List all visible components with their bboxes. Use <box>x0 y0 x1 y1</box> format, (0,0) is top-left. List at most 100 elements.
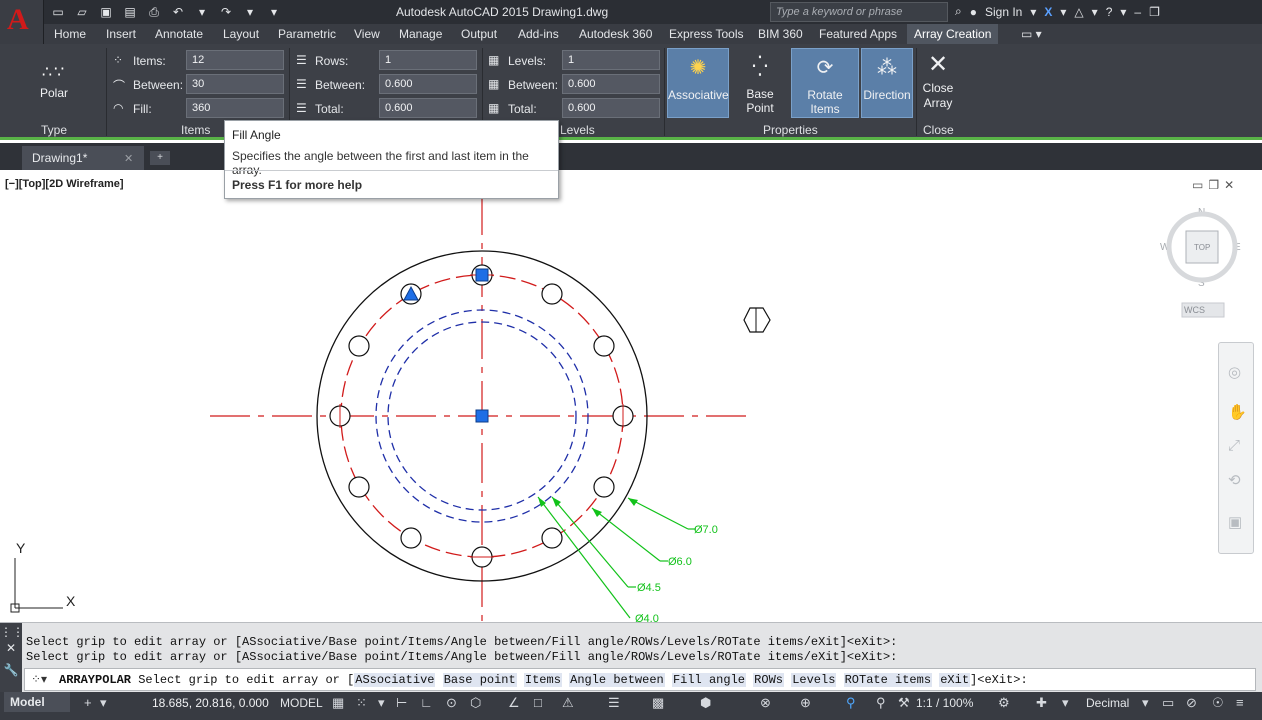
showmotion-icon[interactable]: ▣ <box>1228 513 1242 531</box>
customize-qat-icon[interactable]: ▾ <box>264 3 284 21</box>
tab-annotate[interactable]: Annotate <box>148 24 210 44</box>
close-array-button[interactable]: ✕ Close Array <box>918 48 958 118</box>
stay-connected-dropdown-icon[interactable]: ▾ <box>1092 5 1098 19</box>
annotate-icon[interactable]: ✚ <box>1036 695 1047 711</box>
tab-featured-apps[interactable]: Featured Apps <box>812 24 904 44</box>
option-rows[interactable]: ROWs <box>753 673 784 687</box>
redo-dropdown-icon[interactable]: ▾ <box>240 3 260 21</box>
tab-view[interactable]: View <box>347 24 387 44</box>
print-icon[interactable]: ⎙ <box>144 3 164 21</box>
base-point-grip[interactable] <box>475 409 489 423</box>
tab-add-ins[interactable]: Add-ins <box>511 24 566 44</box>
tab-parametric[interactable]: Parametric <box>271 24 343 44</box>
ribbon-display-toggle-icon[interactable]: ▭ ▾ <box>1014 24 1049 44</box>
search-input[interactable]: Type a keyword or phrase <box>770 2 948 22</box>
option-fill-angle[interactable]: Fill angle <box>671 673 746 687</box>
redo-icon[interactable]: ↷ <box>216 3 236 21</box>
units-selector[interactable]: Decimal <box>1086 696 1129 710</box>
annotation-monitor-icon[interactable]: ⊕ <box>800 695 811 711</box>
bolt-hole[interactable] <box>348 335 370 357</box>
leader-line[interactable] <box>591 507 661 562</box>
option-rotate-items[interactable]: ROTate items <box>843 673 933 687</box>
infer-constraints-icon[interactable]: ⊢ <box>396 695 407 711</box>
option-angle-between[interactable]: Angle between <box>569 673 665 687</box>
application-menu-button[interactable]: A <box>0 0 44 44</box>
exchange-dropdown-icon[interactable]: ▾ <box>1060 5 1066 19</box>
save-icon[interactable]: ▣ <box>96 3 116 21</box>
dimension-label[interactable]: Ø4.0 <box>635 613 659 622</box>
sign-in-link[interactable]: Sign In <box>985 5 1022 19</box>
help-dropdown-icon[interactable]: ▾ <box>1120 5 1126 19</box>
option-exit[interactable]: eXit <box>939 673 971 687</box>
annotation-visibility-icon[interactable]: ⚠ <box>562 695 574 711</box>
autoscale-icon[interactable]: ⚲ <box>876 695 886 711</box>
close-command-line-icon[interactable]: ✕ <box>0 641 22 655</box>
lineweight-icon[interactable]: ☰ <box>608 695 620 711</box>
grid-icon[interactable]: ▦ <box>332 695 344 711</box>
ortho-icon[interactable]: ∟ <box>420 695 433 710</box>
help-icon[interactable]: ? <box>1106 5 1113 19</box>
tab-home[interactable]: Home <box>47 24 93 44</box>
tab-layout[interactable]: Layout <box>216 24 266 44</box>
settings-icon[interactable]: ⚙ <box>998 695 1010 711</box>
tab-autodesk-360[interactable]: Autodesk 360 <box>572 24 659 44</box>
tab-array-creation[interactable]: Array Creation <box>907 24 999 44</box>
bolt-hole[interactable] <box>541 283 563 305</box>
zoom-icon[interactable]: ⤢ <box>1228 437 1240 454</box>
row-between-field[interactable]: 0.600 <box>379 74 477 94</box>
sign-in-dropdown-icon[interactable]: ▾ <box>1030 5 1036 19</box>
open-file-icon[interactable]: ▱ <box>72 3 92 21</box>
units-chevron-icon[interactable]: ▾ <box>1142 695 1149 711</box>
snap-icon[interactable]: ⁙ <box>356 695 367 711</box>
object-snap-icon[interactable]: □ <box>534 695 542 710</box>
viewcube[interactable]: N S E W TOP WCS <box>1160 207 1241 318</box>
isodraft-icon[interactable]: ⬡ <box>470 695 481 711</box>
base-point-button[interactable]: ⁛ Base Point <box>731 48 789 118</box>
rotate-items-button[interactable]: ⟳ Rotate Items <box>791 48 859 118</box>
undo-dropdown-icon[interactable]: ▾ <box>192 3 212 21</box>
orbit-icon[interactable]: ⟲ <box>1228 471 1241 489</box>
levels-field[interactable]: 1 <box>562 50 660 70</box>
snap-dropdown-icon[interactable]: ▾ <box>378 695 385 711</box>
annotation-scale-icon[interactable]: ⚲ <box>846 695 856 711</box>
option-levels[interactable]: Levels <box>791 673 837 687</box>
rows-field[interactable]: 1 <box>379 50 477 70</box>
items-count-field[interactable]: 12 <box>186 50 284 70</box>
option-associative[interactable]: ASsociative <box>354 673 436 687</box>
associative-button[interactable]: ✺ Associative <box>667 48 729 118</box>
dimension-label[interactable]: Ø7.0 <box>694 524 718 536</box>
customization-icon[interactable]: ≡ <box>1236 695 1244 710</box>
3d-object-snap-icon[interactable]: ⬢ <box>700 695 711 711</box>
bolt-hole[interactable] <box>400 527 422 549</box>
selection-cycling-icon[interactable]: ▩ <box>652 695 664 711</box>
isolate-objects-icon[interactable]: ☉ <box>1212 695 1224 711</box>
gizmo-icon[interactable]: ⊗ <box>760 695 771 711</box>
level-total-field[interactable]: 0.600 <box>562 98 660 118</box>
workspace-icon[interactable]: ⚒ <box>898 695 910 711</box>
save-as-icon[interactable]: ▤ <box>120 3 140 21</box>
new-file-tab-icon[interactable]: + <box>150 151 170 165</box>
polar-tracking-icon[interactable]: ⊙ <box>446 695 457 711</box>
level-between-field[interactable]: 0.600 <box>562 74 660 94</box>
pan-icon[interactable]: ✋ <box>1228 403 1247 421</box>
option-items[interactable]: Items <box>523 673 562 687</box>
hex-bolt[interactable] <box>743 307 771 333</box>
bolt-hole[interactable] <box>593 476 615 498</box>
tab-output[interactable]: Output <box>454 24 504 44</box>
dimension-label[interactable]: Ø6.0 <box>668 556 692 568</box>
steering-wheel-icon[interactable]: ◎ <box>1228 363 1241 381</box>
direction-button[interactable]: ⁂ Direction <box>861 48 913 118</box>
angle-between-field[interactable]: 30 <box>186 74 284 94</box>
command-input[interactable]: ⁘▾ ARRAYPOLAR Select grip to edit array … <box>24 668 1256 691</box>
leader-line[interactable] <box>627 497 689 530</box>
dimension-label[interactable]: Ø4.5 <box>637 582 661 594</box>
grip-dots-icon[interactable]: ⋮⋮ <box>0 625 24 639</box>
new-file-icon[interactable]: ▭ <box>48 3 68 21</box>
undo-icon[interactable]: ↶ <box>168 3 188 21</box>
model-space-toggle[interactable]: MODEL <box>280 696 323 710</box>
row-total-field[interactable]: 0.600 <box>379 98 477 118</box>
tab-express-tools[interactable]: Express Tools <box>662 24 750 44</box>
close-file-tab-icon[interactable]: ✕ <box>124 152 133 165</box>
option-base-point[interactable]: Base point <box>442 673 517 687</box>
tab-insert[interactable]: Insert <box>99 24 143 44</box>
